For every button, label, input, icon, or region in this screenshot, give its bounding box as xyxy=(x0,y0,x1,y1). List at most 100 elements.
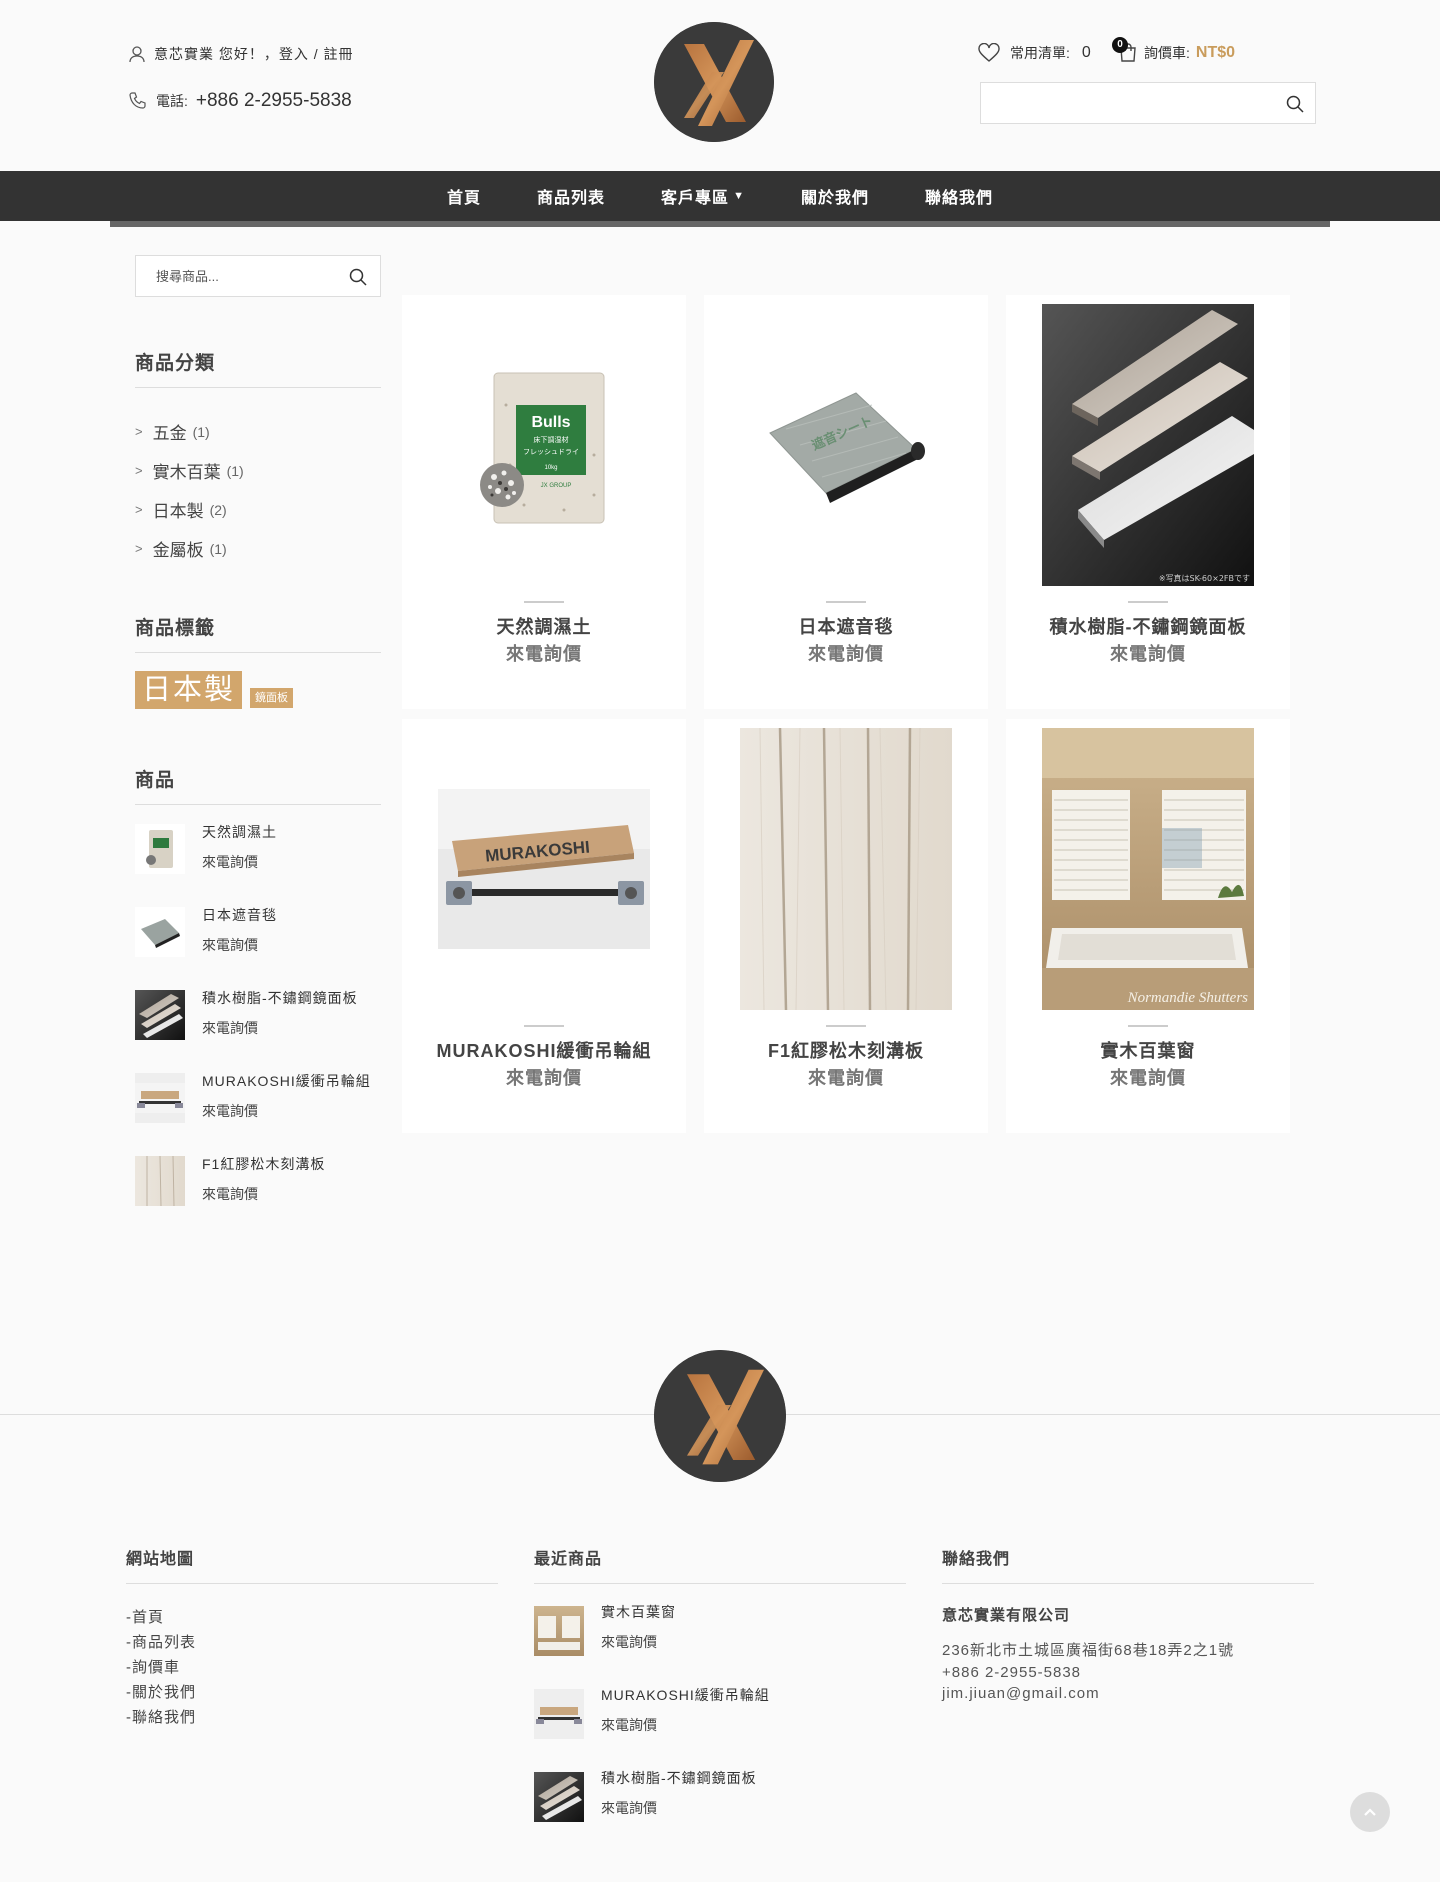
product-price: 來電詢價 xyxy=(1110,1068,1186,1088)
recent-products-title: 最近商品 xyxy=(534,1545,906,1584)
category-item[interactable]: > 五金 (1) xyxy=(135,412,244,451)
sidebar-product-list: 天然調濕土 來電詢價 日本遮音毯 來電詢價 積水樹脂-不鏽鋼鏡面板 來電詢價 MURA… xyxy=(135,820,371,1235)
category-item[interactable]: > 實木百葉 (1) xyxy=(135,451,244,490)
footer-logo[interactable] xyxy=(654,1350,786,1482)
heart-icon xyxy=(978,43,1000,62)
nav-about[interactable]: 關於我們 xyxy=(801,184,869,208)
image-caption-text: ※写真はSK-60×2FBです xyxy=(1159,573,1250,583)
list-item[interactable]: 日本遮音毯 來電詢價 xyxy=(135,903,371,986)
categories-title: 商品分類 xyxy=(135,348,381,388)
bag-weight-text: 10kg xyxy=(544,465,557,471)
product-search-input[interactable] xyxy=(136,256,336,296)
product-price: 來電詢價 xyxy=(202,1186,258,1202)
company-name: 意芯實業有限公司 xyxy=(942,1607,1071,1624)
product-thumbnail[interactable] xyxy=(135,824,185,874)
product-name[interactable]: 日本遮音毯 xyxy=(704,613,988,639)
product-price: 來電詢價 xyxy=(808,1068,884,1088)
product-image[interactable]: 遮音シート xyxy=(704,295,988,595)
nav-products[interactable]: 商品列表 xyxy=(537,184,605,208)
product-card[interactable]: F1紅膠松木刻溝板 來電詢價 xyxy=(704,719,988,1133)
cart-icon: 0 xyxy=(1112,37,1138,63)
header-search-input[interactable] xyxy=(981,83,1261,123)
product-thumbnail[interactable] xyxy=(135,1073,185,1123)
wishlist-link[interactable]: 常用清單: 0 xyxy=(978,43,1091,63)
company-email[interactable]: jim.jiuan@gmail.com xyxy=(942,1685,1314,1702)
search-icon[interactable] xyxy=(1285,94,1305,114)
product-card[interactable]: 遮音シート 日本遮音毯 來電詢價 xyxy=(704,295,988,709)
sitemap-link[interactable]: -商品列表 xyxy=(126,1631,498,1656)
product-thumbnail[interactable] xyxy=(135,907,185,957)
product-name[interactable]: 實木百葉窗 xyxy=(601,1602,676,1622)
cart-label: 詢價車: xyxy=(1144,45,1190,61)
nav-contact[interactable]: 聯絡我們 xyxy=(925,184,993,208)
product-thumbnail[interactable] xyxy=(534,1689,584,1739)
list-item[interactable]: 天然調濕土 來電詢價 xyxy=(135,820,371,903)
title-divider xyxy=(1128,1025,1168,1027)
product-image[interactable] xyxy=(704,719,988,1019)
product-thumbnail[interactable] xyxy=(534,1606,584,1656)
nav-customer-area[interactable]: 客戶專區 ▼ xyxy=(661,184,745,208)
sitemap-link[interactable]: -聯絡我們 xyxy=(126,1706,498,1731)
contact-title: 聯絡我們 xyxy=(942,1545,1314,1584)
category-item[interactable]: > 日本製 (2) xyxy=(135,490,244,529)
chevron-right-icon: > xyxy=(135,463,143,478)
product-name[interactable]: F1紅膠松木刻溝板 xyxy=(704,1037,988,1063)
list-item[interactable]: 積水樹脂-不鏽鋼鏡面板 來電詢價 xyxy=(534,1768,906,1851)
product-image[interactable]: MURAKOSHI xyxy=(402,719,686,1019)
cart-link[interactable]: 0 詢價車: NT$0 xyxy=(1112,37,1235,63)
list-item[interactable]: 實木百葉窗 來電詢價 xyxy=(534,1602,906,1685)
greeting-text[interactable]: 意芯實業 您好！，登入 / 註冊 xyxy=(154,44,354,64)
product-card[interactable]: Normandie Shutters 實木百葉窗 來電詢價 xyxy=(1006,719,1290,1133)
list-item[interactable]: MURAKOSHI緩衝吊輪組 來電詢價 xyxy=(135,1069,371,1152)
product-card[interactable]: Bulls 床下調湿材 フレッシュドライ 10kg JX GROUP 天然調濕土… xyxy=(402,295,686,709)
category-label[interactable]: 實木百葉 xyxy=(153,458,221,483)
product-name[interactable]: MURAKOSHI緩衝吊輪組 xyxy=(601,1685,770,1705)
bag-subtitle2-text: フレッシュドライ xyxy=(523,448,579,456)
product-name[interactable]: MURAKOSHI緩衝吊輪組 xyxy=(402,1037,686,1063)
nav-customer-area-label: 客戶專區 xyxy=(661,190,730,207)
wishlist-label: 常用清單: xyxy=(1010,45,1070,61)
list-item[interactable]: F1紅膠松木刻溝板來電詢價 xyxy=(135,1152,371,1235)
product-price: 來電詢價 xyxy=(506,644,582,664)
wishlist-count: 0 xyxy=(1081,44,1091,61)
product-thumbnail[interactable] xyxy=(135,990,185,1040)
category-item[interactable]: > 金屬板 (1) xyxy=(135,529,244,568)
list-item[interactable]: 積水樹脂-不鏽鋼鏡面板 來電詢價 xyxy=(135,986,371,1069)
product-name[interactable]: 積水樹脂-不鏽鋼鏡面板 xyxy=(202,988,358,1008)
sitemap-link[interactable]: -首頁 xyxy=(126,1606,498,1631)
back-to-top-button[interactable] xyxy=(1350,1792,1390,1832)
cart-badge: 0 xyxy=(1112,37,1128,53)
sitemap-link[interactable]: -關於我們 xyxy=(126,1681,498,1706)
product-thumbnail[interactable] xyxy=(135,1156,185,1206)
product-thumbnail[interactable] xyxy=(534,1772,584,1822)
nav-home[interactable]: 首頁 xyxy=(447,184,481,208)
product-name[interactable]: 日本遮音毯 xyxy=(202,905,277,925)
product-name[interactable]: 天然調濕土 xyxy=(402,613,686,639)
product-price: 來電詢價 xyxy=(1110,644,1186,664)
category-label[interactable]: 日本製 xyxy=(153,497,204,522)
product-name[interactable]: 積水樹脂-不鏽鋼鏡面板 xyxy=(601,1768,757,1788)
product-image[interactable]: ※写真はSK-60×2FBです xyxy=(1006,295,1290,595)
product-price: 來電詢價 xyxy=(506,1068,582,1088)
product-name[interactable]: 積水樹脂-不鏽鋼鏡面板 xyxy=(1006,613,1290,639)
product-name[interactable]: 實木百葉窗 xyxy=(1006,1037,1290,1063)
site-logo[interactable] xyxy=(654,22,774,142)
category-label[interactable]: 金屬板 xyxy=(153,536,204,561)
tag-link[interactable]: 鏡面板 xyxy=(250,688,294,708)
list-item[interactable]: MURAKOSHI緩衝吊輪組 來電詢價 xyxy=(534,1685,906,1768)
category-label[interactable]: 五金 xyxy=(153,419,187,444)
search-icon[interactable] xyxy=(348,267,368,287)
product-card[interactable]: MURAKOSHI MURAKOSHI緩衝吊輪組 來電詢價 xyxy=(402,719,686,1133)
product-name[interactable]: MURAKOSHI緩衝吊輪組 xyxy=(202,1071,371,1091)
sitemap-link[interactable]: -詢價車 xyxy=(126,1656,498,1681)
account-greeting[interactable]: 意芯實業 您好！，登入 / 註冊 xyxy=(128,44,354,64)
product-card[interactable]: ※写真はSK-60×2FBです 積水樹脂-不鏽鋼鏡面板 來電詢價 xyxy=(1006,295,1290,709)
product-image[interactable]: Bulls 床下調湿材 フレッシュドライ 10kg JX GROUP xyxy=(402,295,686,595)
product-name[interactable]: F1紅膠松木刻溝板 xyxy=(202,1154,325,1174)
company-phone: +886 2-2955-5838 xyxy=(942,1664,1082,1681)
product-image[interactable]: Normandie Shutters xyxy=(1006,719,1290,1019)
footer-recent-products: 最近商品 實木百葉窗 來電詢價 MURAKOSHI緩衝吊輪組 來電詢價 積水樹脂-不… xyxy=(534,1545,906,1851)
products-widget-title: 商品 xyxy=(135,765,381,805)
tag-link[interactable]: 日本製 xyxy=(135,671,243,709)
product-name[interactable]: 天然調濕土 xyxy=(202,822,277,842)
